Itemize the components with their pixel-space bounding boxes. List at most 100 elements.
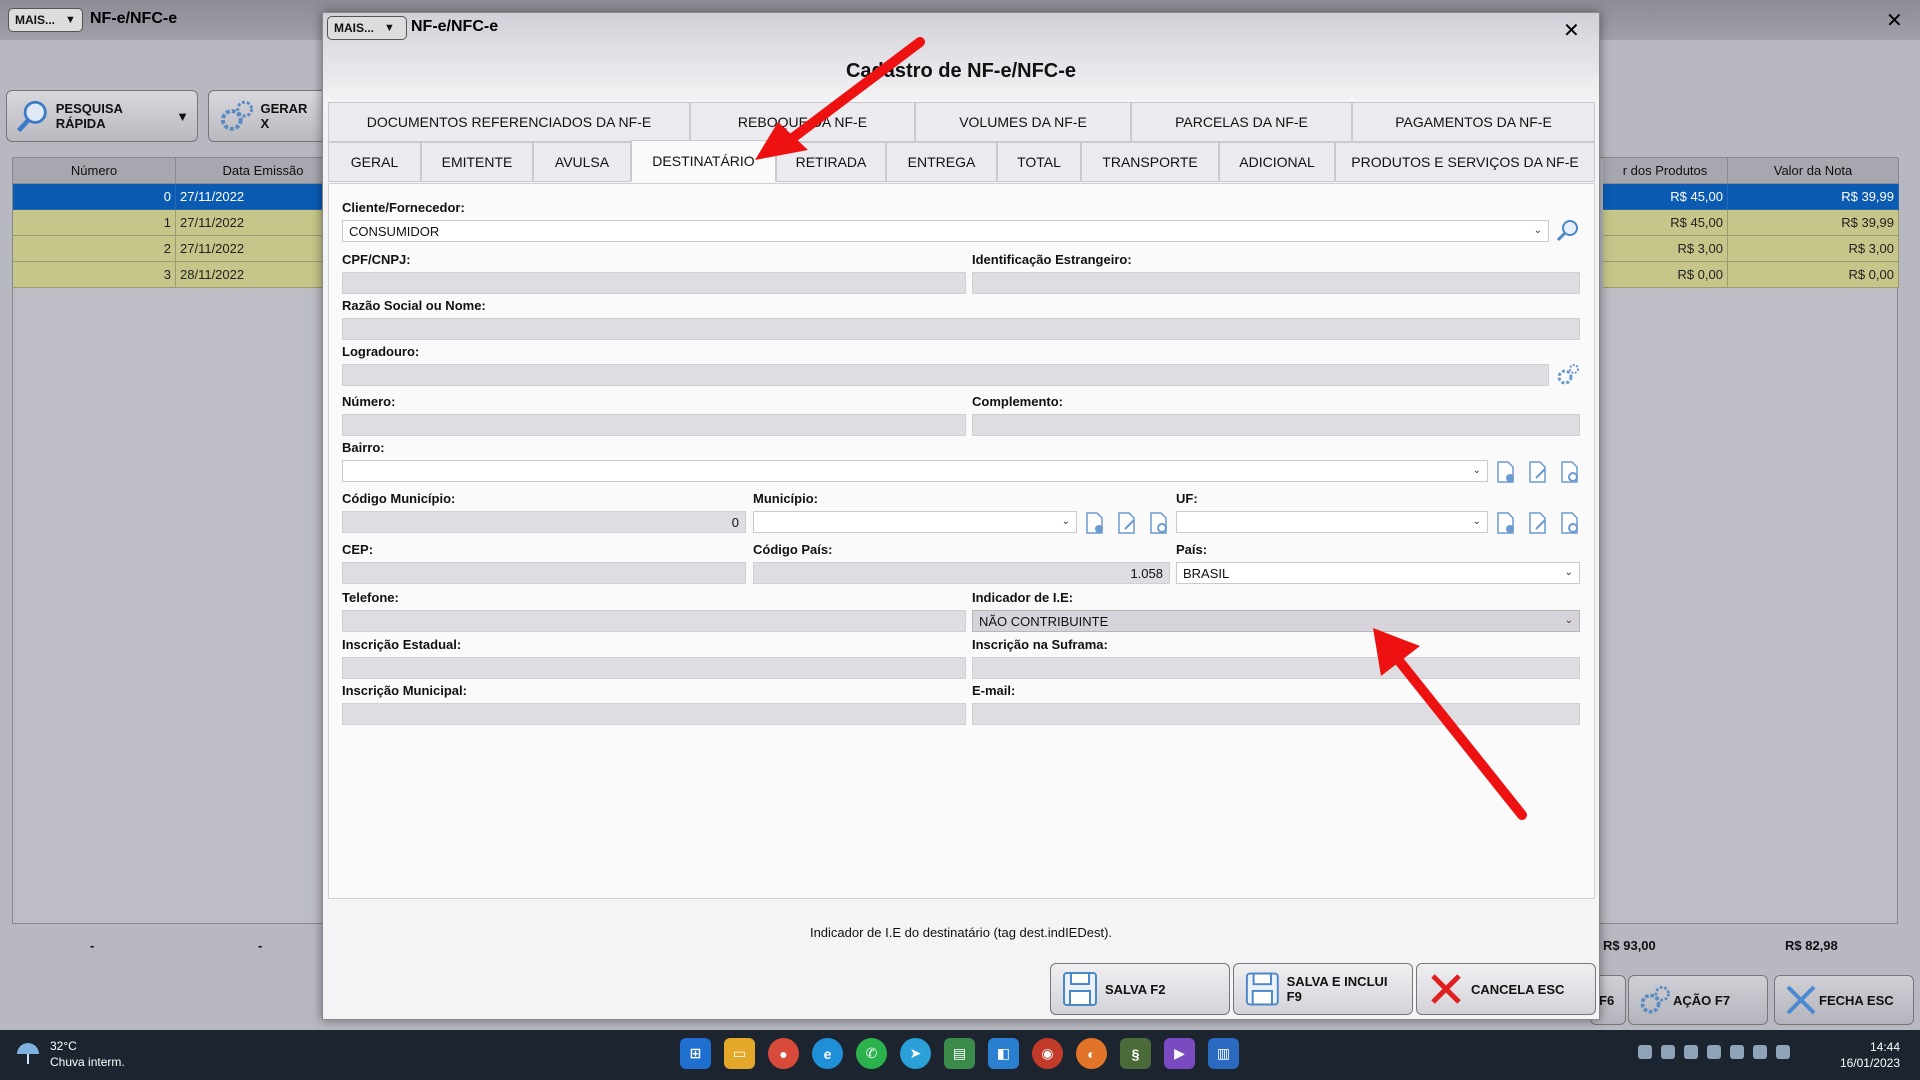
edit-document-icon[interactable] bbox=[1115, 511, 1139, 535]
table-row[interactable]: 0 27/11/2022 bbox=[13, 184, 351, 210]
dialog-heading: Cadastro de NF-e/NFC-e bbox=[845, 60, 1077, 82]
complemento-input[interactable] bbox=[972, 414, 1580, 436]
uf-select[interactable]: ⌄ bbox=[1176, 511, 1488, 533]
logradouro-input[interactable] bbox=[342, 364, 1549, 386]
dialog-more-button[interactable]: MAIS... ▼ bbox=[327, 16, 407, 40]
cep-label: CEP: bbox=[342, 542, 374, 557]
tab-destinatario[interactable]: DESTINATÁRIO bbox=[631, 140, 776, 182]
quick-search-button[interactable]: PESQUISA RÁPIDA ▼ bbox=[6, 90, 198, 142]
col-header-numero[interactable]: Número bbox=[13, 158, 176, 184]
tab-geral[interactable]: GERAL bbox=[328, 142, 421, 182]
close-main-button[interactable]: FECHA ESC bbox=[1774, 975, 1914, 1025]
chevron-down-icon: ⌄ bbox=[1061, 516, 1070, 527]
tray-volume-icon[interactable] bbox=[1776, 1045, 1790, 1059]
firefox-icon[interactable]: ◐ bbox=[1076, 1038, 1107, 1069]
dialog-close-icon[interactable]: ✕ bbox=[1563, 18, 1580, 43]
delete-document-icon[interactable] bbox=[1147, 511, 1171, 535]
bairro-select[interactable]: ⌄ bbox=[342, 460, 1488, 482]
add-document-icon[interactable] bbox=[1494, 460, 1518, 484]
cod-municipio-input[interactable]: 0 bbox=[342, 511, 746, 533]
app-red-icon[interactable]: ◉ bbox=[1032, 1038, 1063, 1069]
telefone-input[interactable] bbox=[342, 610, 966, 632]
pais-select[interactable]: BRASIL ⌄ bbox=[1176, 562, 1580, 584]
tab-pagamentos[interactable]: PAGAMENTOS DA NF-E bbox=[1352, 102, 1595, 142]
table-row-right[interactable]: R$ 0,00 R$ 0,00 bbox=[1603, 262, 1899, 288]
generate-button[interactable]: GERAR X bbox=[208, 90, 328, 142]
edit-document-icon[interactable] bbox=[1526, 460, 1550, 484]
action-button[interactable]: AÇÃO F7 bbox=[1628, 975, 1768, 1025]
main-close-icon[interactable]: ✕ bbox=[1886, 8, 1903, 33]
tray-monitor-icon[interactable] bbox=[1753, 1045, 1767, 1059]
footer-sum-2: - bbox=[258, 938, 263, 953]
tab-emitente[interactable]: EMITENTE bbox=[421, 142, 533, 182]
tray-steam-icon[interactable] bbox=[1707, 1045, 1721, 1059]
video-icon[interactable]: ▶ bbox=[1164, 1038, 1195, 1069]
id-estrangeiro-input[interactable] bbox=[972, 272, 1580, 294]
delete-document-icon[interactable] bbox=[1558, 511, 1582, 535]
whatsapp-icon[interactable]: ✆ bbox=[856, 1038, 887, 1069]
insc-suframa-input[interactable] bbox=[972, 657, 1580, 679]
razao-input[interactable] bbox=[342, 318, 1580, 340]
col-header-produtos[interactable]: r dos Produtos bbox=[1603, 158, 1728, 184]
insc-estadual-input[interactable] bbox=[342, 657, 966, 679]
tab-produtos-servicos[interactable]: PRODUTOS E SERVIÇOS DA NF-E bbox=[1335, 142, 1595, 182]
remote-icon[interactable]: ◧ bbox=[988, 1038, 1019, 1069]
tray-cloud-icon[interactable] bbox=[1730, 1045, 1744, 1059]
tab-adicional[interactable]: ADICIONAL bbox=[1219, 142, 1335, 182]
telefone-label: Telefone: bbox=[342, 590, 399, 605]
add-document-icon[interactable] bbox=[1083, 511, 1107, 535]
pais-label: País: bbox=[1176, 542, 1208, 557]
search-icon[interactable] bbox=[1556, 218, 1580, 242]
save-button[interactable]: SALVA F2 bbox=[1050, 963, 1230, 1015]
clock[interactable]: 14:44 16/01/2023 bbox=[1840, 1039, 1900, 1071]
notepad-icon[interactable]: ▥ bbox=[1208, 1038, 1239, 1069]
telegram-icon[interactable]: ➤ bbox=[900, 1038, 931, 1069]
taskbar-apps: ⊞ ▭ ● e ✆ ➤ ▤ ◧ ◉ ◐ § ▶ ▥ bbox=[680, 1038, 1239, 1069]
weather-widget[interactable]: 32°C Chuva interm. bbox=[14, 1038, 125, 1070]
app-green-icon[interactable]: § bbox=[1120, 1038, 1151, 1069]
tab-retirada[interactable]: RETIRADA bbox=[776, 142, 886, 182]
table-row-right[interactable]: R$ 45,00 R$ 39,99 bbox=[1603, 184, 1899, 210]
insc-municipal-input[interactable] bbox=[342, 703, 966, 725]
tab-documentos-referenciados[interactable]: DOCUMENTOS REFERENCIADOS DA NF-E bbox=[328, 102, 690, 142]
tab-transporte[interactable]: TRANSPORTE bbox=[1081, 142, 1219, 182]
spreadsheet-icon[interactable]: ▤ bbox=[944, 1038, 975, 1069]
main-more-button[interactable]: MAIS... ▼ bbox=[8, 8, 83, 32]
edge-icon[interactable]: e bbox=[812, 1038, 843, 1069]
tab-total[interactable]: TOTAL bbox=[997, 142, 1081, 182]
table-row-right[interactable]: R$ 3,00 R$ 3,00 bbox=[1603, 236, 1899, 262]
cep-input[interactable] bbox=[342, 562, 746, 584]
tray-usb-icon[interactable] bbox=[1661, 1045, 1675, 1059]
table-row[interactable]: 1 27/11/2022 bbox=[13, 210, 351, 236]
add-document-icon[interactable] bbox=[1494, 511, 1518, 535]
cpf-input[interactable] bbox=[342, 272, 966, 294]
start-icon[interactable]: ⊞ bbox=[680, 1038, 711, 1069]
table-row-right[interactable]: R$ 45,00 R$ 39,99 bbox=[1603, 210, 1899, 236]
table-row[interactable]: 2 27/11/2022 bbox=[13, 236, 351, 262]
folder-icon[interactable]: ▭ bbox=[724, 1038, 755, 1069]
gear-icon[interactable] bbox=[1556, 362, 1580, 386]
delete-document-icon[interactable] bbox=[1558, 460, 1582, 484]
tray-network-icon[interactable] bbox=[1684, 1045, 1698, 1059]
tab-entrega[interactable]: ENTREGA bbox=[886, 142, 997, 182]
cell-produtos: R$ 3,00 bbox=[1603, 236, 1728, 262]
email-input[interactable] bbox=[972, 703, 1580, 725]
col-header-valor[interactable]: Valor da Nota bbox=[1728, 158, 1899, 184]
tab-avulsa[interactable]: AVULSA bbox=[533, 142, 631, 182]
tab-reboque[interactable]: REBOQUE DA NF-E bbox=[690, 102, 915, 142]
table-row[interactable]: 3 28/11/2022 bbox=[13, 262, 351, 288]
edit-document-icon[interactable] bbox=[1526, 511, 1550, 535]
municipio-select[interactable]: ⌄ bbox=[753, 511, 1077, 533]
chrome-icon[interactable]: ● bbox=[768, 1038, 799, 1069]
cancel-button[interactable]: CANCELA ESC bbox=[1416, 963, 1596, 1015]
tray-app-icon[interactable] bbox=[1638, 1045, 1652, 1059]
save-include-button[interactable]: SALVA E INCLUI F9 bbox=[1233, 963, 1413, 1015]
numero-input[interactable] bbox=[342, 414, 966, 436]
cliente-select[interactable]: CONSUMIDOR ⌄ bbox=[342, 220, 1549, 242]
tab-volumes[interactable]: VOLUMES DA NF-E bbox=[915, 102, 1131, 142]
temperature: 32°C bbox=[50, 1039, 77, 1053]
ind-ie-value: NÃO CONTRIBUINTE bbox=[979, 613, 1109, 629]
cod-pais-input[interactable]: 1.058 bbox=[753, 562, 1170, 584]
ind-ie-select[interactable]: NÃO CONTRIBUINTE ⌄ bbox=[972, 610, 1580, 632]
tab-parcelas[interactable]: PARCELAS DA NF-E bbox=[1131, 102, 1352, 142]
